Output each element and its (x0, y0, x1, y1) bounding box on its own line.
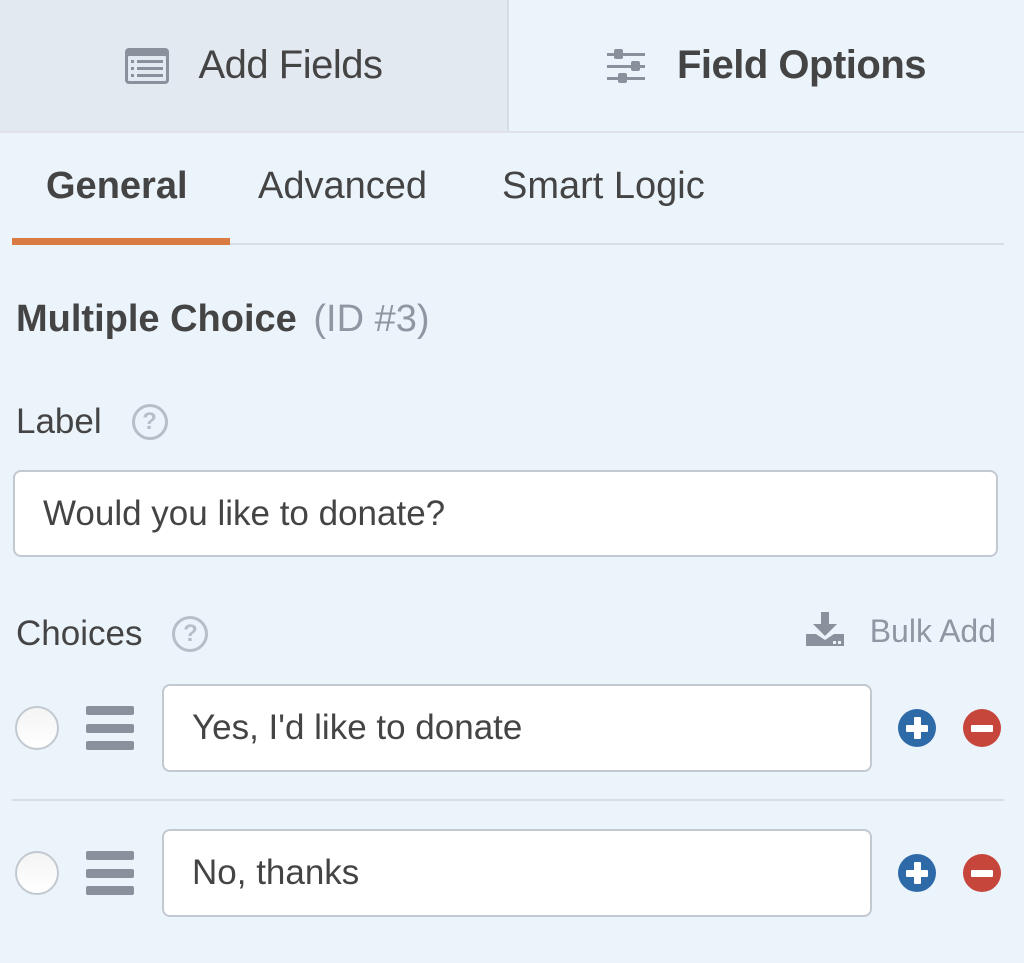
tab-general[interactable]: General (46, 165, 188, 208)
choice-default-radio[interactable] (15, 706, 59, 750)
panel-tabs: Add Fields Field Options (0, 0, 1024, 133)
minus-icon (971, 869, 993, 877)
choice-row (0, 684, 1024, 772)
drag-handle-icon[interactable] (86, 851, 134, 895)
choice-divider (12, 799, 1004, 801)
tab-smart-logic[interactable]: Smart Logic (502, 165, 705, 208)
field-type: Multiple Choice (16, 298, 297, 340)
tab-add-fields-label: Add Fields (198, 43, 383, 87)
drag-handle-icon[interactable] (86, 706, 134, 750)
remove-choice-button[interactable] (963, 709, 1001, 747)
choice-default-radio[interactable] (15, 851, 59, 895)
options-sub-tabs: General Advanced Smart Logic (12, 135, 1004, 245)
question-circle-icon[interactable]: ? (131, 404, 168, 440)
tab-advanced[interactable]: Advanced (258, 165, 427, 208)
field-id: (ID #3) (313, 298, 430, 340)
label-input[interactable] (13, 470, 998, 557)
list-icon (124, 47, 169, 84)
add-choice-button[interactable] (898, 854, 936, 892)
choice-input[interactable] (162, 684, 872, 772)
remove-choice-button[interactable] (963, 854, 1001, 892)
choice-input[interactable] (162, 829, 872, 917)
add-choice-button[interactable] (898, 709, 936, 747)
label-heading-text: Label (16, 402, 102, 441)
field-title: Multiple Choice (ID #3) (16, 298, 430, 341)
choice-row (0, 829, 1024, 917)
bulk-add-label: Bulk Add (869, 613, 996, 649)
tab-field-options[interactable]: Field Options (509, 0, 1024, 131)
label-heading: Label ? (16, 402, 168, 442)
choices-heading: Choices ? (16, 614, 209, 654)
tab-add-fields[interactable]: Add Fields (0, 0, 509, 131)
minus-icon (971, 724, 993, 732)
question-circle-icon[interactable]: ? (172, 616, 209, 652)
sliders-icon (606, 48, 647, 83)
active-tab-indicator (12, 238, 230, 245)
tab-field-options-label: Field Options (676, 43, 927, 87)
download-icon (805, 612, 844, 651)
choices-heading-text: Choices (16, 614, 143, 653)
bulk-add-button[interactable]: Bulk Add (805, 612, 996, 651)
